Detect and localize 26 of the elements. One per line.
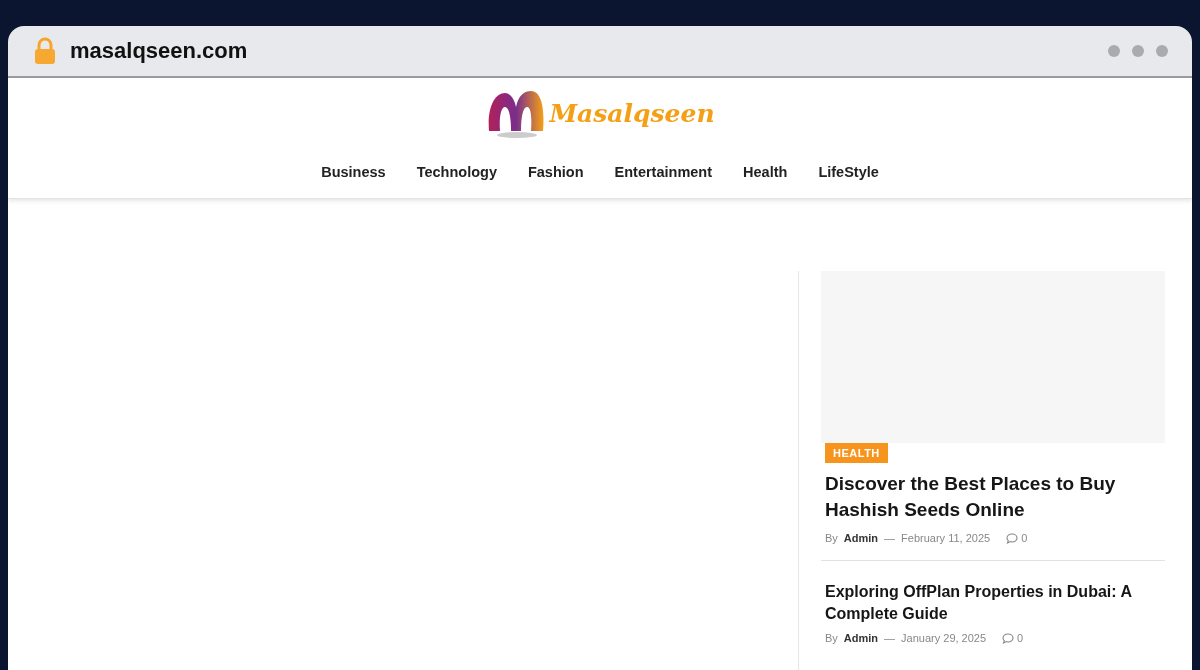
post-date: February 11, 2025 [901,532,991,545]
lock-icon [34,37,56,65]
by-label: By [825,632,838,645]
by-label: By [825,532,838,545]
nav-link[interactable]: Health [743,164,788,180]
author-link[interactable]: Admin [843,532,879,545]
nav-link[interactable]: Entertainment [614,164,713,180]
dash-separator: — [884,632,896,645]
comment-icon [1002,632,1015,644]
comments-link[interactable]: 0 [1002,632,1024,645]
nav-link[interactable]: Fashion [527,164,584,180]
window-dot[interactable] [1156,45,1168,57]
comment-icon [1006,532,1019,544]
dash-separator: — [884,532,896,545]
window-dot[interactable] [1132,45,1144,57]
post-thumbnail[interactable] [821,271,1165,443]
window-dot[interactable] [1108,45,1120,57]
author-link[interactable]: Admin [843,632,879,645]
url-text[interactable]: masalqseen.com [70,38,1094,64]
nav-link[interactable]: Technology [416,164,497,180]
nav-link[interactable]: Business [321,164,386,180]
post-title[interactable]: Discover the Best Places to Buy Hashish Seeds Online [825,471,1161,523]
post-title[interactable]: Exploring OffPlan Properties in Dubai: A Complete Guide [825,581,1161,625]
nav-link[interactable]: LifeStyle [818,164,879,180]
comments-link[interactable]: 0 [1006,532,1028,545]
post-date: January 29, 2025 [901,632,987,645]
